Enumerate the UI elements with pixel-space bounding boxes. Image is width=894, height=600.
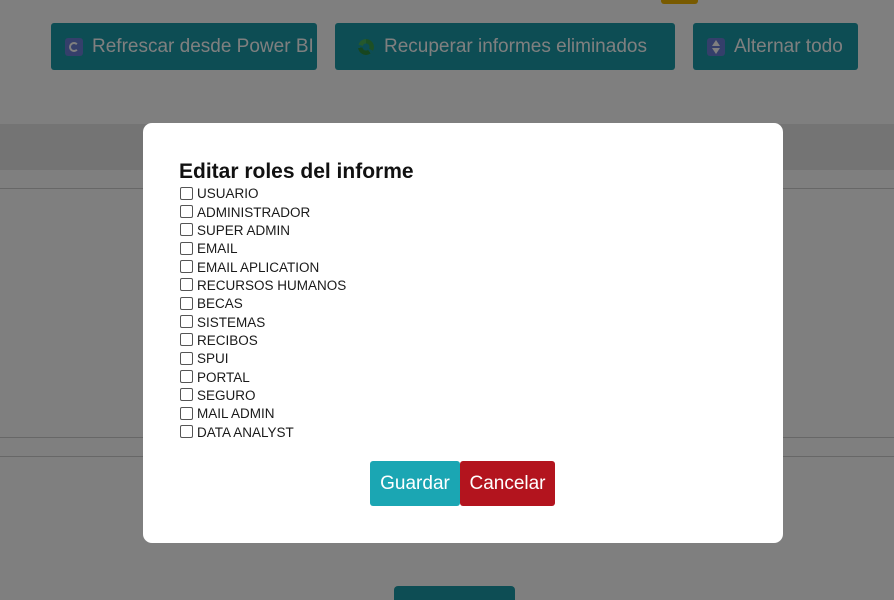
role-option[interactable]: SPUI [179,350,747,368]
role-checkbox[interactable] [180,370,193,384]
role-label: USUARIO [197,186,259,202]
role-checkbox[interactable] [180,425,193,439]
role-label: SISTEMAS [197,314,266,330]
role-checkbox[interactable] [180,388,193,402]
role-list: USUARIO ADMINISTRADOR SUPER ADMIN EMAIL … [179,185,747,442]
page: Refrescar desde Power BI Recuperar infor… [0,0,894,600]
role-label: EMAIL APLICATION [197,259,320,275]
cancel-button[interactable]: Cancelar [460,461,555,506]
role-option[interactable]: MAIL ADMIN [179,405,747,423]
modal-title: Editar roles del informe [179,160,414,183]
role-checkbox[interactable] [180,205,193,219]
role-option[interactable]: SEGURO [179,387,747,405]
role-checkbox[interactable] [180,315,193,329]
role-label: SUPER ADMIN [197,222,291,238]
edit-roles-modal: Editar roles del informe USUARIO ADMINIS… [143,123,783,543]
role-option[interactable]: SISTEMAS [179,313,747,331]
save-button[interactable]: Guardar [370,461,460,506]
role-option[interactable]: EMAIL APLICATION [179,258,747,276]
role-checkbox[interactable] [180,186,193,200]
role-label: PORTAL [197,369,250,385]
role-label: BECAS [197,296,243,312]
role-option[interactable]: RECURSOS HUMANOS [179,277,747,295]
role-label: MAIL ADMIN [197,406,275,422]
role-checkbox[interactable] [180,223,193,237]
role-label: ADMINISTRADOR [197,204,311,220]
role-option[interactable]: BECAS [179,295,747,313]
role-checkbox[interactable] [180,241,193,255]
role-label: EMAIL [197,241,238,257]
role-option[interactable]: SUPER ADMIN [179,222,747,240]
role-option[interactable]: RECIBOS [179,332,747,350]
role-option[interactable]: PORTAL [179,368,747,386]
modal-actions: Guardar Cancelar [370,461,555,506]
role-label: SPUI [197,351,229,367]
role-label: SEGURO [197,387,256,403]
role-label: RECIBOS [197,332,258,348]
role-checkbox[interactable] [180,260,193,274]
role-checkbox[interactable] [180,406,193,420]
role-checkbox[interactable] [180,351,193,365]
role-checkbox[interactable] [180,296,193,310]
role-option[interactable]: ADMINISTRADOR [179,203,747,221]
role-option[interactable]: USUARIO [179,185,747,203]
role-checkbox[interactable] [180,278,193,292]
role-option[interactable]: DATA ANALYST [179,423,747,441]
role-option[interactable]: EMAIL [179,240,747,258]
role-checkbox[interactable] [180,333,193,347]
role-label: RECURSOS HUMANOS [197,277,347,293]
role-label: DATA ANALYST [197,424,294,440]
